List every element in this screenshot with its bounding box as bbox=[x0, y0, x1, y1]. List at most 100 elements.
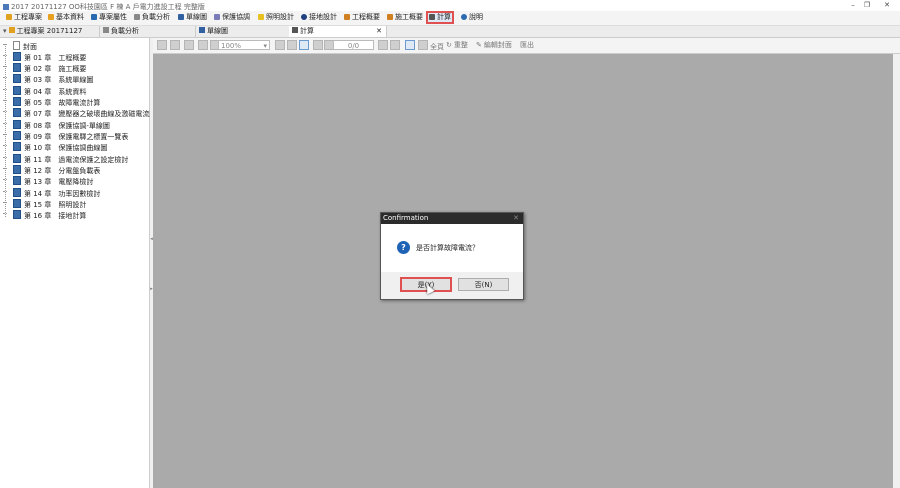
tree-item[interactable]: 第 16 章 接地計算 bbox=[3, 210, 86, 221]
dialog-close-icon[interactable]: ✕ bbox=[511, 213, 519, 224]
page-number-input[interactable]: 0/0 bbox=[333, 40, 374, 50]
dialog-body: ? 是否計算故障電流？ bbox=[381, 224, 523, 272]
zoom-select[interactable]: 100% ▾ bbox=[218, 40, 270, 50]
tree-item[interactable]: 第 04 章 系統資料 bbox=[3, 86, 86, 97]
menu-grounding[interactable]: 接地設計 bbox=[299, 12, 339, 23]
maximize-button[interactable]: ❐ bbox=[856, 0, 878, 11]
edit-cover-button[interactable]: ✎ 編輯封面 bbox=[476, 40, 512, 50]
book-icon bbox=[13, 52, 21, 61]
fit-page-icon[interactable] bbox=[287, 40, 297, 50]
book-icon bbox=[13, 86, 21, 95]
title-bar: 2017 20171127 OO科技園區 F 棟 A 戶電力進設工程 完整版 –… bbox=[0, 0, 900, 11]
book-icon bbox=[13, 199, 21, 208]
book-icon bbox=[13, 97, 21, 106]
menu-lighting[interactable]: 照明設計 bbox=[256, 12, 296, 23]
protection-icon bbox=[214, 14, 220, 20]
menu-bar: 工程專案 基本資料 專案屬性 負載分析 單線圖 保護協調 照明設計 接地設計 工… bbox=[0, 11, 900, 26]
vertical-scrollbar[interactable] bbox=[893, 54, 900, 488]
folder-icon bbox=[6, 14, 12, 20]
tab-project[interactable]: ▾ 工程專案 20171127 bbox=[0, 26, 100, 37]
calculator-icon bbox=[292, 27, 298, 33]
question-icon: ? bbox=[397, 241, 410, 254]
tree-item[interactable]: 第 02 章 施工概要 bbox=[3, 63, 86, 74]
menu-protection[interactable]: 保護協調 bbox=[212, 12, 252, 23]
load-analysis-icon bbox=[103, 27, 109, 33]
document-icon bbox=[13, 41, 20, 50]
book-icon bbox=[13, 63, 21, 72]
actual-size-icon[interactable] bbox=[299, 40, 309, 50]
single-page-icon[interactable] bbox=[405, 40, 415, 50]
next-page-icon[interactable] bbox=[378, 40, 388, 50]
zoom-in-icon[interactable] bbox=[198, 40, 208, 50]
book-icon bbox=[13, 165, 21, 174]
menu-calculation[interactable]: 計算 bbox=[426, 11, 454, 24]
tree-item[interactable]: 第 03 章 系統單線圖 bbox=[3, 74, 93, 85]
last-page-icon[interactable] bbox=[390, 40, 400, 50]
report-toolbar: 100% ▾ 0/0 全頁 ↻ 重整 ✎ 編輯封面 匯出 bbox=[153, 38, 900, 54]
find-icon[interactable] bbox=[184, 40, 194, 50]
book-icon bbox=[13, 108, 21, 117]
pencil-icon: ✎ bbox=[476, 41, 482, 49]
ground-icon bbox=[301, 14, 307, 20]
whole-page-icon bbox=[418, 40, 428, 50]
book-icon bbox=[13, 210, 21, 219]
help-icon bbox=[461, 14, 467, 20]
whole-page-button[interactable]: 全頁 bbox=[418, 40, 444, 51]
confirmation-dialog: Confirmation ✕ ? 是否計算故障電流？ 是(Y) 否(N) bbox=[380, 212, 524, 300]
menu-help[interactable]: 說明 bbox=[459, 12, 485, 23]
tree-item[interactable]: 第 05 章 故障電流計算 bbox=[3, 97, 100, 108]
folder-icon bbox=[8, 27, 15, 33]
book-icon bbox=[13, 142, 21, 151]
print-icon[interactable] bbox=[170, 40, 180, 50]
report-preview-area bbox=[153, 54, 900, 488]
menu-construction-summary[interactable]: 施工概要 bbox=[385, 12, 425, 23]
tree-item[interactable]: 第 01 章 工程概要 bbox=[3, 52, 86, 63]
fit-width-icon[interactable] bbox=[275, 40, 285, 50]
refresh-button[interactable]: ↻ 重整 bbox=[446, 40, 468, 50]
tree-item[interactable]: 第 13 章 電壓降檢討 bbox=[3, 176, 93, 187]
menu-project-properties[interactable]: 專案屬性 bbox=[89, 12, 129, 23]
tree-item[interactable]: 第 08 章 保護協調-單線圖 bbox=[3, 120, 110, 131]
tree-item[interactable]: 第 14 章 功率因數檢討 bbox=[3, 188, 100, 199]
dialog-title-bar: Confirmation ✕ bbox=[381, 213, 523, 224]
tree-item[interactable]: 第 10 章 保護協調曲線圖 bbox=[3, 142, 107, 153]
first-page-icon[interactable] bbox=[313, 40, 323, 50]
tree-item[interactable]: 第 09 章 保護電驛之標置一覽表 bbox=[3, 131, 128, 142]
book-icon bbox=[13, 188, 21, 197]
book-icon bbox=[13, 176, 21, 185]
dialog-message: 是否計算故障電流？ bbox=[416, 244, 479, 252]
menu-basic-data[interactable]: 基本資料 bbox=[46, 12, 86, 23]
book-icon bbox=[13, 74, 21, 83]
close-tab-icon[interactable]: ✕ bbox=[376, 26, 382, 37]
calculator-icon bbox=[429, 14, 435, 20]
menu-project[interactable]: 工程專案 bbox=[4, 12, 44, 23]
tree-item-cover[interactable]: 封面 bbox=[3, 41, 37, 52]
copy-icon[interactable] bbox=[157, 40, 167, 50]
book-icon bbox=[13, 120, 21, 129]
tab-single-line[interactable]: 單線圖 bbox=[196, 26, 292, 37]
tree-item[interactable]: 第 15 章 照明設計 bbox=[3, 199, 86, 210]
menu-project-summary[interactable]: 工程概要 bbox=[342, 12, 382, 23]
book-icon bbox=[13, 154, 21, 163]
tab-load-analysis[interactable]: 負載分析 bbox=[100, 26, 196, 37]
tree-item[interactable]: 第 07 章 變壓器之破壞曲線及激磁電流點 bbox=[3, 108, 156, 119]
load-analysis-icon bbox=[134, 14, 140, 20]
document-tabs: ▾ 工程專案 20171127 負載分析 單線圖 計算 ✕ bbox=[0, 26, 900, 38]
dialog-title: Confirmation bbox=[383, 214, 429, 222]
export-button[interactable]: 匯出 bbox=[520, 40, 534, 50]
info-icon bbox=[48, 14, 54, 20]
tree-item[interactable]: 第 12 章 分電盤負載表 bbox=[3, 165, 100, 176]
close-window-button[interactable]: ✕ bbox=[876, 0, 898, 11]
book-icon bbox=[13, 131, 21, 140]
no-button[interactable]: 否(N) bbox=[458, 278, 509, 291]
bulb-icon bbox=[258, 14, 264, 20]
menu-load-analysis[interactable]: 負載分析 bbox=[132, 12, 172, 23]
chevron-down-icon: ▾ bbox=[263, 42, 267, 50]
menu-single-line[interactable]: 單線圖 bbox=[176, 12, 209, 23]
tab-calculation[interactable]: 計算 ✕ bbox=[289, 26, 387, 37]
tree-item[interactable]: 第 11 章 過電流保護之設定檢討 bbox=[3, 154, 128, 165]
chapter-tree: 封面 第 01 章 工程概要 第 02 章 施工概要 第 03 章 系統單線圖 … bbox=[0, 38, 156, 488]
window-title: 2017 20171127 OO科技園區 F 棟 A 戶電力進設工程 完整版 bbox=[11, 3, 205, 11]
properties-icon bbox=[91, 14, 97, 20]
single-line-icon bbox=[178, 14, 184, 20]
